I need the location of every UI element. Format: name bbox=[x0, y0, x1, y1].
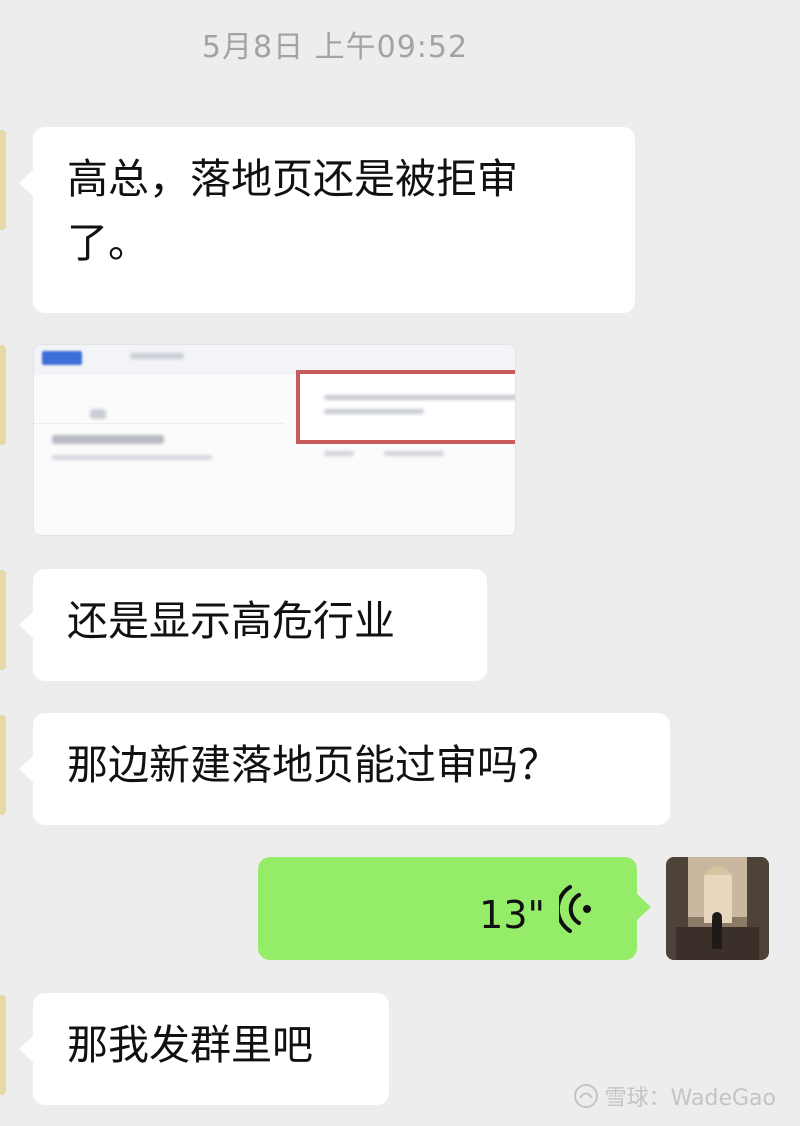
watermark: 雪球：WadeGao bbox=[573, 1080, 776, 1112]
message-bubble[interactable]: 还是显示高危行业 bbox=[19, 569, 487, 681]
image-message[interactable] bbox=[33, 344, 516, 536]
voice-wave-icon bbox=[559, 885, 591, 933]
message-bubble[interactable]: 高总，落地页还是被拒审 了。 bbox=[19, 127, 635, 313]
sender-avatar[interactable] bbox=[0, 130, 6, 230]
sender-avatar[interactable] bbox=[0, 570, 6, 670]
message-text: 还是显示高危行业 bbox=[67, 597, 395, 645]
watermark-text: 雪球：WadeGao bbox=[604, 1086, 776, 1111]
message-text: 高总，落地页还是被拒审 bbox=[67, 155, 518, 203]
sender-avatar[interactable] bbox=[0, 715, 6, 815]
sender-avatar[interactable] bbox=[0, 995, 6, 1095]
self-avatar[interactable] bbox=[666, 857, 769, 960]
message-text: 了。 bbox=[67, 219, 149, 267]
voice-message-bubble[interactable]: 13" bbox=[258, 857, 651, 960]
chat-timestamp: 5月8日 上午09:52 bbox=[201, 30, 469, 65]
message-bubble[interactable]: 那我发群里吧 bbox=[19, 993, 389, 1105]
snowball-logo-icon bbox=[573, 1084, 598, 1108]
voice-duration: 13" bbox=[479, 893, 545, 937]
message-text: 那我发群里吧 bbox=[67, 1021, 313, 1069]
message-text: 那边新建落地页能过审吗？ bbox=[67, 741, 559, 789]
cathedral-photo-icon bbox=[666, 857, 769, 960]
sender-avatar[interactable] bbox=[0, 345, 6, 445]
highlight-box bbox=[296, 370, 515, 444]
message-bubble[interactable]: 那边新建落地页能过审吗？ bbox=[19, 713, 670, 825]
